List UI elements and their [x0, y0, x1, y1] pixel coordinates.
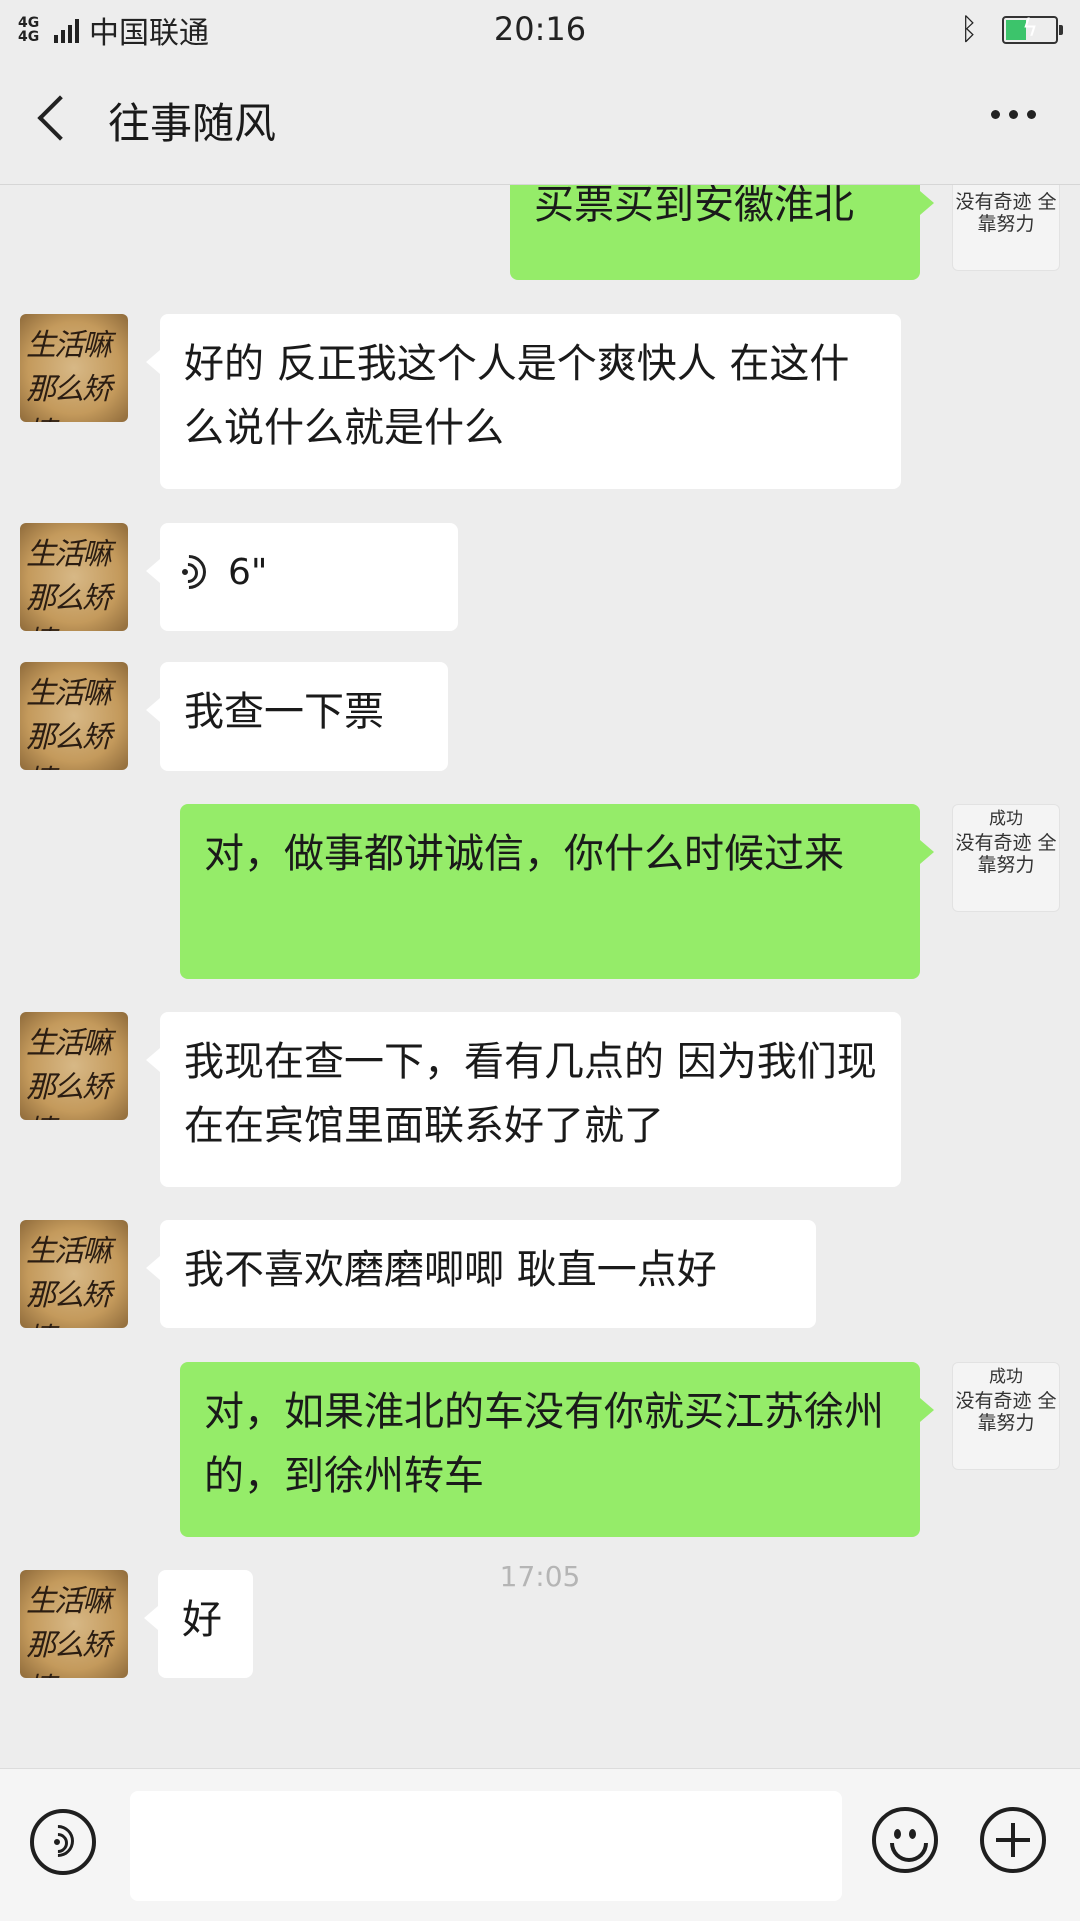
voice-message-bubble[interactable]: 6" [146, 523, 458, 631]
bluetooth-icon: ᛒ [960, 12, 978, 47]
message-text: 对，如果淮北的车没有你就买江苏徐州的，到徐州转车 [204, 1389, 884, 1499]
message-bubble-incoming[interactable]: 我不喜欢磨磨唧唧 耿直一点好 [146, 1220, 816, 1328]
message-bubble-outgoing[interactable]: 买票买到安徽淮北 [510, 185, 934, 280]
message-text: 我现在查一下，看有几点的 因为我们现在在宾馆里面联系好了就了 [184, 1039, 877, 1149]
message-bubble-outgoing[interactable]: 对，如果淮北的车没有你就买江苏徐州的，到徐州转车 [180, 1362, 934, 1537]
message-text: 我查一下票 [184, 689, 384, 735]
avatar-contact[interactable]: 生活嘛 那么矫情 [20, 1012, 128, 1120]
status-bar: 4G 4G 中国联通 20:16 ᛒ ϟ [0, 0, 1080, 58]
emoji-icon[interactable] [872, 1807, 938, 1873]
input-bar [0, 1768, 1080, 1921]
message-text: 买票买到安徽淮北 [534, 185, 854, 228]
voice-duration: 6" [228, 552, 268, 593]
message-input[interactable] [130, 1791, 842, 1901]
voice-input-icon[interactable] [30, 1809, 96, 1875]
message-bubble-incoming[interactable]: 我查一下票 [146, 662, 448, 771]
status-right: ᛒ ϟ [960, 12, 1063, 47]
battery-charging-icon: ϟ [1002, 14, 1063, 44]
avatar-contact[interactable]: 生活嘛 那么矫情 [20, 314, 128, 422]
message-text: 对，做事都讲诚信，你什么时候过来 [204, 831, 844, 877]
time-divider: 17:05 [499, 1560, 581, 1593]
message-bubble-incoming[interactable]: 好的 反正我这个人是个爽快人 在这什么说什么就是什么 [146, 314, 901, 489]
avatar-contact[interactable]: 生活嘛 那么矫情 [20, 1220, 128, 1328]
avatar-contact[interactable]: 生活嘛 那么矫情 [20, 523, 128, 631]
message-list[interactable]: 买票买到安徽淮北 成功 没有奇迹 全靠努力 生活嘛 那么矫情 好的 反正我这个人… [0, 185, 1080, 1768]
voice-wave-icon [164, 547, 218, 597]
chat-title: 往事随风 [108, 99, 277, 148]
plus-icon[interactable] [980, 1807, 1046, 1873]
avatar-self[interactable]: 成功 没有奇迹 全靠努力 [952, 185, 1060, 271]
message-bubble-outgoing[interactable]: 对，做事都讲诚信，你什么时候过来 [180, 804, 934, 979]
chat-header: 往事随风 [0, 58, 1080, 184]
avatar-contact[interactable]: 生活嘛 那么矫情 [20, 662, 128, 770]
more-dots-icon[interactable] [991, 110, 1036, 119]
message-text: 好的 反正我这个人是个爽快人 在这什么说什么就是什么 [184, 341, 850, 451]
back-arrow-icon[interactable] [28, 86, 78, 156]
avatar-self[interactable]: 成功 没有奇迹 全靠努力 [952, 1362, 1060, 1470]
status-time: 20:16 [493, 10, 587, 48]
message-text: 好 [182, 1597, 222, 1643]
message-bubble-incoming[interactable]: 我现在查一下，看有几点的 因为我们现在在宾馆里面联系好了就了 [146, 1012, 901, 1187]
message-text: 我不喜欢磨磨唧唧 耿直一点好 [184, 1247, 717, 1293]
avatar-self[interactable]: 成功 没有奇迹 全靠努力 [952, 804, 1060, 912]
